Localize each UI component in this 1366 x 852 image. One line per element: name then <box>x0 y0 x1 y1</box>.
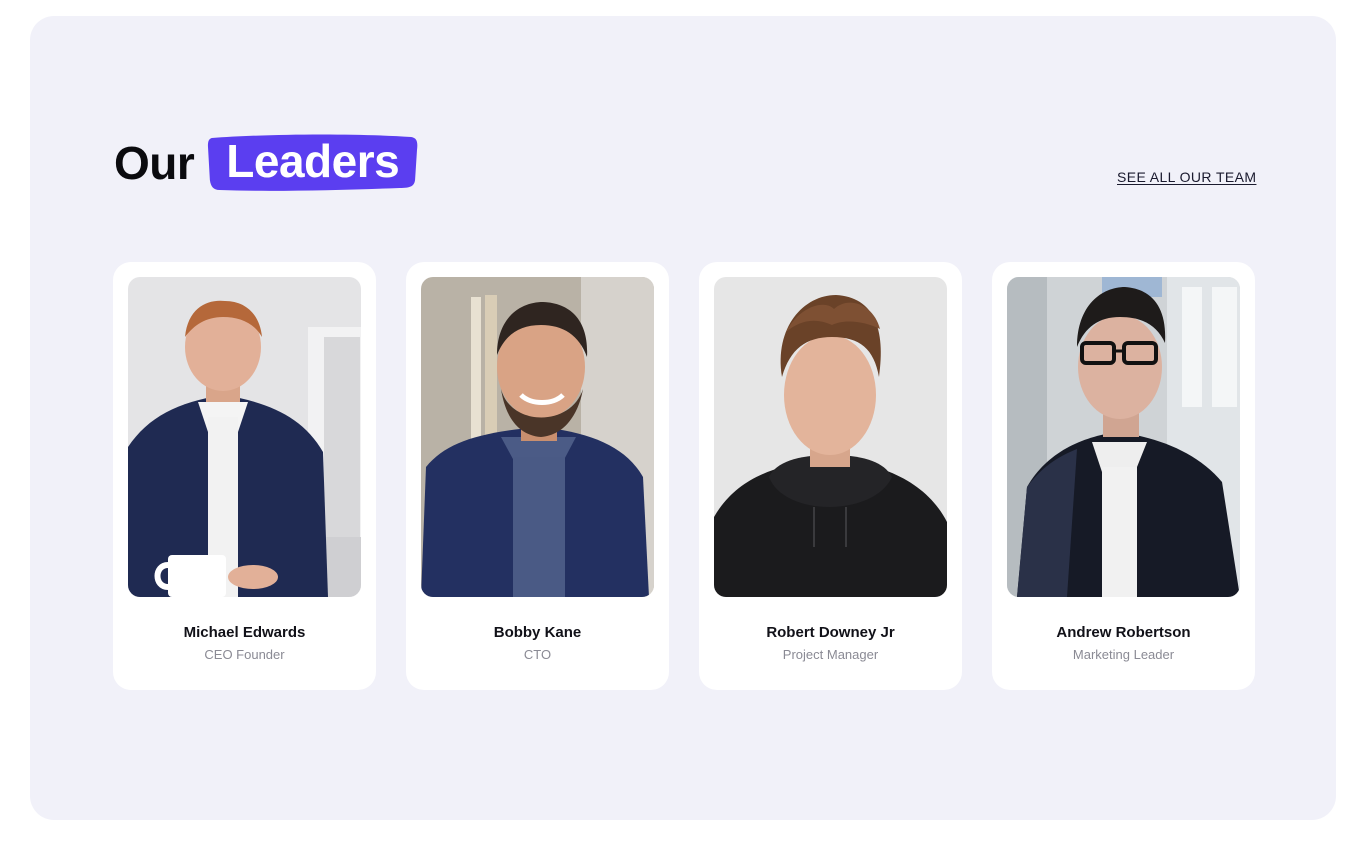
leader-photo-image <box>1007 277 1240 597</box>
leader-role: Marketing Leader <box>1072 647 1175 662</box>
leader-card[interactable]: Michael Edwards CEO Founder <box>113 262 376 690</box>
leader-card[interactable]: Bobby Kane CTO <box>406 262 669 690</box>
leader-photo-image <box>421 277 654 597</box>
leader-card[interactable]: Andrew Robertson Marketing Leader <box>992 262 1255 690</box>
leader-name: Robert Downey Jr <box>766 624 895 641</box>
leader-role: CTO <box>523 647 552 662</box>
see-all-team-link[interactable]: SEE ALL OUR TEAM <box>1117 169 1256 185</box>
leader-photo <box>714 277 947 597</box>
section-heading: Our Leaders <box>114 130 419 196</box>
leader-role: CEO Founder <box>204 647 285 662</box>
heading-highlight-text: Leaders <box>226 135 400 187</box>
leader-photo <box>128 277 361 597</box>
leader-photo <box>421 277 654 597</box>
leader-photo-image <box>128 277 361 597</box>
heading-prefix: Our <box>114 137 195 189</box>
leader-name: Bobby Kane <box>493 624 582 641</box>
leader-photo-image <box>714 277 947 597</box>
heading-highlight: Leaders <box>206 132 419 194</box>
leaders-card-list: Michael Edwards CEO Founder Bobby Kane C… <box>113 262 1255 690</box>
leader-name: Michael Edwards <box>183 624 306 641</box>
leader-name: Andrew Robertson <box>1056 624 1191 641</box>
leader-photo <box>1007 277 1240 597</box>
leader-card[interactable]: Robert Downey Jr Project Manager <box>699 262 962 690</box>
leader-role: Project Manager <box>782 647 879 662</box>
